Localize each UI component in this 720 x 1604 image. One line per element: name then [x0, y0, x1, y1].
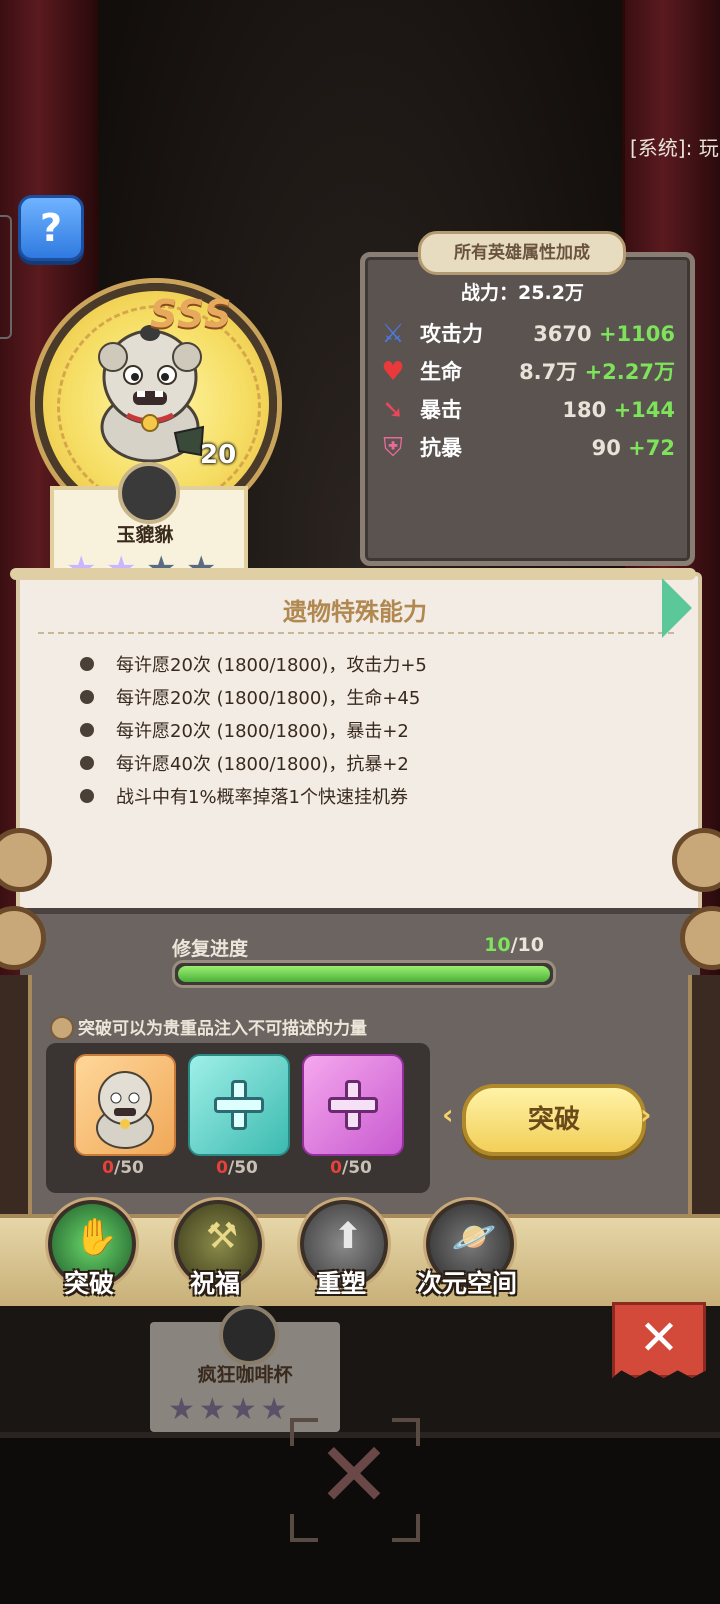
material-count: 0/50: [216, 1158, 258, 1178]
frame-corner: [290, 1514, 318, 1542]
background-card-stars: ★★★★: [168, 1392, 292, 1427]
heart-icon: ♥: [381, 357, 405, 387]
stat-bonus-value: +144: [613, 398, 675, 422]
close-icon: ✕: [316, 1423, 392, 1528]
breakthrough-hint: 突破可以为贵重品注入不可描述的力量: [78, 1019, 367, 1039]
ability-title: 遗物特殊能力: [283, 598, 427, 626]
repair-progress-label: 修复进度: [172, 938, 249, 960]
tab-blessing[interactable]: ⚒ 祝福: [170, 1200, 262, 1300]
help-button[interactable]: ?: [18, 195, 84, 261]
frame-corner: [290, 1418, 318, 1446]
stat-row-crit-resist: ⛨ 抗暴 90 +72: [375, 430, 675, 466]
claw-icon: ✋: [73, 1217, 119, 1258]
system-message-ticker: [系统]: 玩: [630, 136, 719, 160]
stat-label: 抗暴: [420, 436, 462, 460]
repair-progress-bar: [172, 960, 556, 988]
hammer-icon: ⚒: [205, 1216, 239, 1257]
teal-plus-icon: [214, 1080, 264, 1130]
side-pull-tab[interactable]: [0, 215, 12, 339]
stat-label: 生命: [420, 360, 462, 384]
background-card-knob: [219, 1305, 279, 1365]
frame-corner: [392, 1418, 420, 1446]
planet-icon: 🪐: [451, 1217, 497, 1258]
material-count: 0/50: [330, 1158, 372, 1178]
divider: [38, 632, 674, 634]
pink-plus-icon: [328, 1080, 378, 1130]
stats-panel-title: 所有英雄属性加成: [418, 231, 626, 275]
background-card-name: 疯狂咖啡杯: [197, 1364, 293, 1386]
stat-label: 暴击: [420, 398, 462, 422]
stat-row-crit: ➘ 暴击 180 +144: [375, 392, 675, 428]
next-arrow-icon[interactable]: [662, 578, 692, 638]
stat-bonus-value: +2.27万: [584, 360, 675, 384]
tab-reshape[interactable]: ⬆ 重塑: [296, 1200, 388, 1300]
mascot-icon: [96, 1071, 154, 1149]
stat-base-value: 180: [562, 398, 607, 422]
stat-base-value: 90: [591, 436, 621, 460]
tab-breakthrough[interactable]: ✋ 突破: [44, 1200, 136, 1300]
material-slot-mascot[interactable]: [74, 1054, 176, 1156]
close-icon: ✕: [638, 1310, 680, 1366]
hero-level: 20: [200, 440, 237, 470]
panel-frame-left: [0, 975, 32, 1225]
bullet-icon: [80, 657, 94, 671]
crit-arrow-icon: ➘: [382, 395, 404, 425]
combat-power: 战力：25.2万: [461, 282, 584, 304]
material-count: 0/50: [102, 1158, 144, 1178]
close-button[interactable]: ✕: [612, 1302, 706, 1378]
chevron-right-icon: ›: [640, 1098, 652, 1131]
arrow-up-icon: ⬆: [332, 1216, 364, 1257]
bullet-icon: [80, 756, 94, 770]
stat-row-attack: ⚔ 攻击力 3670 +1106: [375, 316, 675, 352]
panel-frame-right: [688, 975, 720, 1225]
material-slot-teal[interactable]: [188, 1054, 290, 1156]
rank-label: SSS: [150, 292, 233, 336]
stat-base-value: 3670: [533, 322, 592, 346]
chevron-left-icon: ‹: [442, 1098, 454, 1131]
stat-row-hp: ♥ 生命 8.7万 +2.27万: [375, 354, 675, 390]
hint-bullet-icon: [50, 1016, 74, 1040]
bullet-icon: [80, 723, 94, 737]
material-slot-pink[interactable]: [302, 1054, 404, 1156]
repair-progress-count: 10/10: [484, 934, 544, 956]
breakthrough-button[interactable]: 突破: [462, 1084, 646, 1156]
stat-bonus-value: +1106: [598, 322, 675, 346]
sword-icon: ⚔: [381, 319, 405, 349]
hero-name: 玉貔貅: [116, 524, 174, 546]
scroll-rod: [10, 568, 696, 580]
stat-label: 攻击力: [420, 322, 483, 346]
tab-dimension-space[interactable]: 🪐 次元空间: [417, 1200, 517, 1300]
stat-base-value: 8.7万: [519, 360, 578, 384]
shield-icon: ⛨: [383, 433, 403, 463]
bullet-icon: [80, 789, 94, 803]
bullet-icon: [80, 690, 94, 704]
frame-corner: [392, 1514, 420, 1542]
stat-bonus-value: +72: [628, 436, 675, 460]
repair-progress-fill: [178, 966, 550, 982]
name-plate-knob: [118, 462, 180, 524]
question-icon: ?: [39, 206, 63, 250]
